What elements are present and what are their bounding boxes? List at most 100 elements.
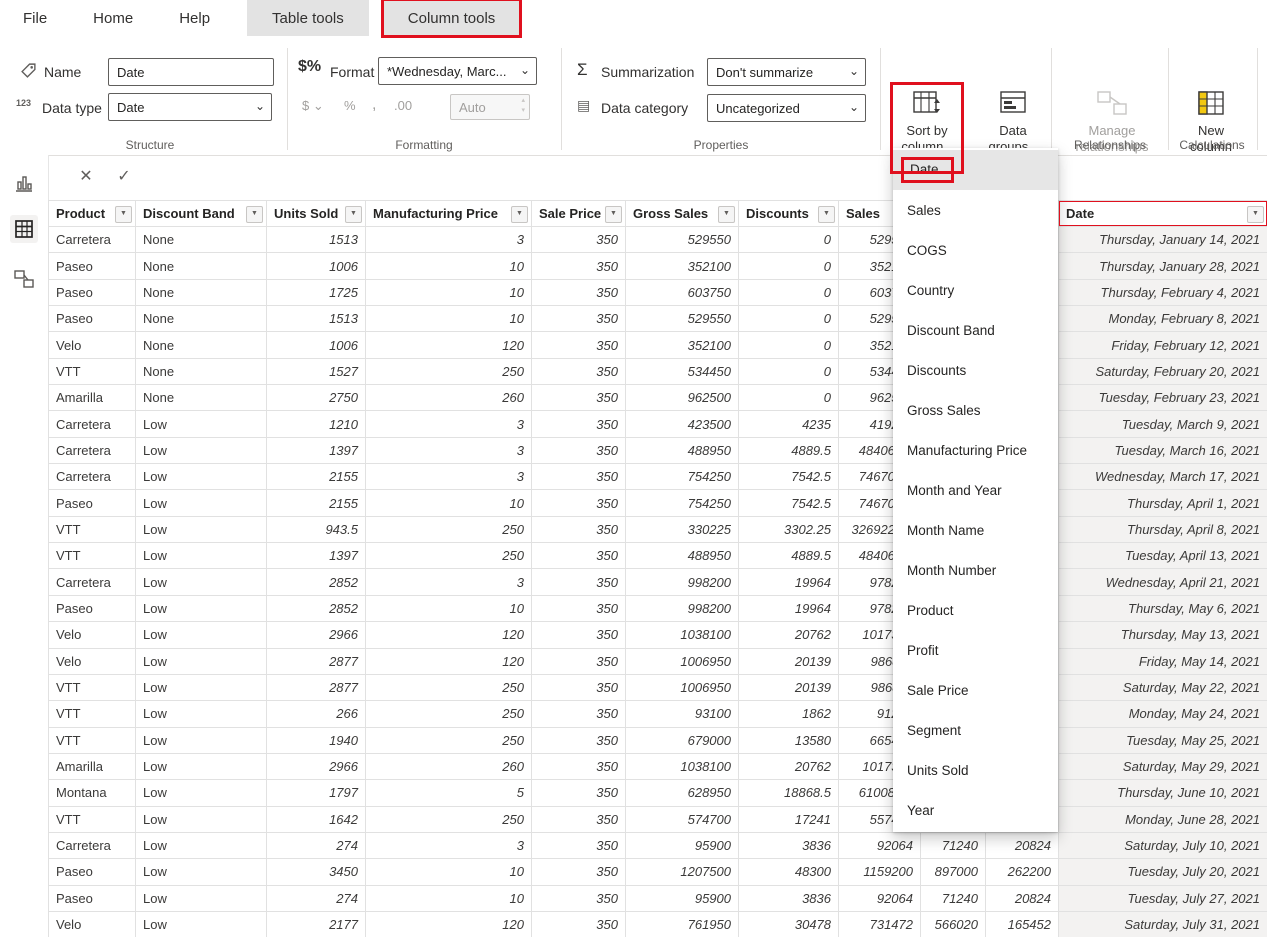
table-cell[interactable]: 266 <box>266 700 366 728</box>
currency-format-icon[interactable]: $ ⌄ <box>302 98 324 114</box>
table-row[interactable]: Carretera Low 2155 3 350 754250 7542.5 746707.5… <box>48 463 1267 491</box>
table-cell[interactable]: 350 <box>531 831 626 860</box>
table-cell[interactable]: 92064 <box>838 884 921 912</box>
table-row[interactable]: Amarilla None 2750 260 350 962500 0 962500 Tuesd… <box>48 384 1267 412</box>
table-cell[interactable]: 330225 <box>625 515 739 544</box>
table-cell[interactable]: 731472 <box>838 910 921 937</box>
table-cell[interactable]: Monday, June 28, 2021 <box>1058 805 1267 833</box>
table-cell[interactable]: 603750 <box>625 278 739 307</box>
table-cell[interactable]: Low <box>135 621 267 649</box>
table-cell[interactable]: Tuesday, February 23, 2021 <box>1058 384 1267 412</box>
column-filter-caret-icon[interactable]: ▼ <box>246 206 263 223</box>
table-cell[interactable]: 1006 <box>266 252 366 280</box>
table-row[interactable]: VTT Low 1642 250 350 574700 17241 557459 Monday,… <box>48 805 1267 833</box>
sort-menu-item[interactable]: Month and Year <box>893 470 1058 510</box>
table-cell[interactable]: 2852 <box>266 594 366 623</box>
table-cell[interactable]: 95900 <box>625 884 739 912</box>
data-view-button[interactable] <box>10 215 38 243</box>
cancel-edit-button[interactable]: ✕ <box>72 162 100 190</box>
table-cell[interactable]: Tuesday, April 13, 2021 <box>1058 542 1267 570</box>
table-cell[interactable]: Carretera <box>48 225 136 254</box>
table-cell[interactable]: 0 <box>738 331 839 359</box>
table-cell[interactable]: Paseo <box>48 305 136 333</box>
table-cell[interactable]: 0 <box>738 278 839 307</box>
new-column-button[interactable]: New column <box>1179 84 1243 172</box>
column-header[interactable]: Manufacturing Price ▼ <box>365 200 532 227</box>
table-cell[interactable]: Saturday, May 22, 2021 <box>1058 673 1267 702</box>
table-cell[interactable]: 1397 <box>266 542 366 570</box>
table-cell[interactable]: 20762 <box>738 621 839 649</box>
table-row[interactable]: Carretera None 1513 3 350 529550 0 529550 Thursd… <box>48 225 1267 254</box>
table-cell[interactable]: 260 <box>365 384 532 412</box>
column-filter-caret-icon[interactable]: ▼ <box>605 206 622 223</box>
table-cell[interactable]: 350 <box>531 252 626 280</box>
table-cell[interactable]: Carretera <box>48 410 136 438</box>
table-cell[interactable]: Low <box>135 489 267 517</box>
table-row[interactable]: Velo None 1006 120 350 352100 0 352100 Friday, F… <box>48 331 1267 359</box>
table-cell[interactable]: Thursday, January 28, 2021 <box>1058 252 1267 280</box>
table-row[interactable]: VTT Low 943.5 250 350 330225 3302.25 326922.75 T… <box>48 515 1267 544</box>
table-cell[interactable]: 754250 <box>625 489 739 517</box>
percent-format-icon[interactable]: % <box>344 98 356 113</box>
table-cell[interactable]: 19964 <box>738 568 839 596</box>
table-cell[interactable]: 48300 <box>738 858 839 886</box>
sort-menu-item[interactable]: Units Sold <box>893 750 1058 790</box>
date-column-header[interactable]: Date ▼ <box>1058 200 1267 227</box>
table-cell[interactable]: Thursday, January 14, 2021 <box>1058 225 1267 254</box>
table-cell[interactable]: 574700 <box>625 805 739 833</box>
table-cell[interactable]: 350 <box>531 410 626 438</box>
table-cell[interactable]: 350 <box>531 463 626 491</box>
table-cell[interactable]: Low <box>135 779 267 807</box>
table-row[interactable]: Carretera Low 1397 3 350 488950 4889.5 484060.5… <box>48 436 1267 465</box>
sort-menu-item[interactable]: Month Number <box>893 550 1058 590</box>
table-cell[interactable]: 4235 <box>738 410 839 438</box>
table-cell[interactable]: Tuesday, July 20, 2021 <box>1058 858 1267 886</box>
table-cell[interactable]: Wednesday, March 17, 2021 <box>1058 463 1267 491</box>
table-cell[interactable]: 1207500 <box>625 858 739 886</box>
table-cell[interactable]: Low <box>135 700 267 728</box>
table-cell[interactable]: 998200 <box>625 594 739 623</box>
table-cell[interactable]: 0 <box>738 225 839 254</box>
table-cell[interactable]: Thursday, April 8, 2021 <box>1058 515 1267 544</box>
column-filter-caret-icon[interactable]: ▼ <box>818 206 835 223</box>
table-cell[interactable]: 350 <box>531 305 626 333</box>
table-cell[interactable]: 250 <box>365 673 532 702</box>
table-cell[interactable]: 3836 <box>738 831 839 860</box>
table-cell[interactable]: 1397 <box>266 436 366 465</box>
table-cell[interactable]: 274 <box>266 831 366 860</box>
table-cell[interactable]: 350 <box>531 752 626 781</box>
table-cell[interactable]: 488950 <box>625 542 739 570</box>
table-cell[interactable]: VTT <box>48 542 136 570</box>
table-cell[interactable]: 3 <box>365 831 532 860</box>
data-category-select[interactable]: Uncategorized ⌄ <box>707 94 866 122</box>
table-cell[interactable]: 566020 <box>920 910 986 937</box>
tab-help[interactable]: Help <box>156 0 233 36</box>
table-cell[interactable]: Low <box>135 436 267 465</box>
column-filter-caret-icon[interactable]: ▼ <box>115 206 132 223</box>
tab-table-tools[interactable]: Table tools <box>247 0 369 36</box>
table-cell[interactable]: 13580 <box>738 726 839 754</box>
table-cell[interactable]: 352100 <box>625 252 739 280</box>
table-cell[interactable]: 350 <box>531 436 626 465</box>
table-cell[interactable]: None <box>135 252 267 280</box>
table-cell[interactable]: 943.5 <box>266 515 366 544</box>
table-cell[interactable]: 120 <box>365 910 532 937</box>
table-cell[interactable]: 92064 <box>838 831 921 860</box>
table-cell[interactable]: Low <box>135 831 267 860</box>
table-cell[interactable]: Paseo <box>48 278 136 307</box>
table-cell[interactable]: Velo <box>48 331 136 359</box>
table-row[interactable]: Velo Low 2177 120 350 761950 30478 731472 566020… <box>48 910 1267 937</box>
table-cell[interactable]: 1006950 <box>625 673 739 702</box>
table-cell[interactable]: Velo <box>48 910 136 937</box>
table-row[interactable]: Paseo Low 3450 10 350 1207500 48300 1159200 8970… <box>48 858 1267 886</box>
table-cell[interactable]: VTT <box>48 700 136 728</box>
format-select[interactable]: *Wednesday, Marc... ⌄ <box>378 57 537 85</box>
sort-menu-item[interactable]: Product <box>893 590 1058 630</box>
sort-menu-item[interactable]: Sales <box>893 190 1058 230</box>
sort-menu-item[interactable]: Profit <box>893 630 1058 670</box>
table-cell[interactable]: 20762 <box>738 752 839 781</box>
table-row[interactable]: Paseo None 1725 10 350 603750 0 603750 Thursday,… <box>48 278 1267 307</box>
table-cell[interactable]: 3 <box>365 410 532 438</box>
table-cell[interactable]: Low <box>135 463 267 491</box>
table-cell[interactable]: 0 <box>738 305 839 333</box>
